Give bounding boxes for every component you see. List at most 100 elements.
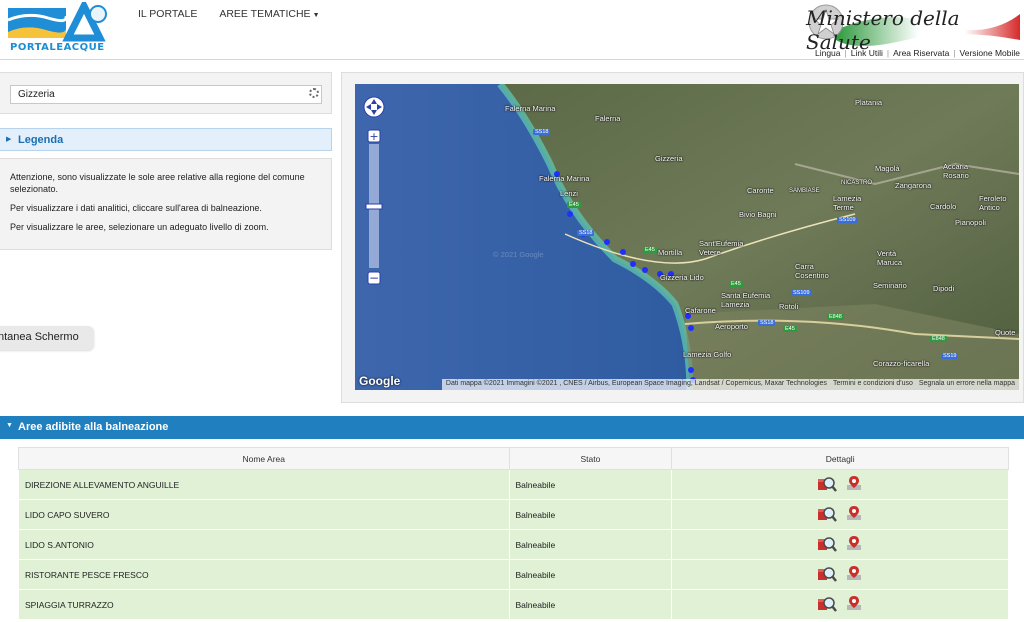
area-name-cell: LIDO CAPO SUVERO <box>18 499 510 530</box>
google-logo: Google <box>359 374 401 388</box>
results-table: Nome Area Stato Dettagli DIREZIONE ALLEV… <box>18 447 1009 620</box>
svg-text:−: − <box>369 271 379 285</box>
col-header-dettagli: Dettagli <box>671 447 1009 470</box>
info-line-3: Per visualizzare le aree, selezionare un… <box>10 222 269 232</box>
place-label: Gizzeria Lido <box>660 273 704 282</box>
results-title: Aree adibite alla balneazione <box>18 421 169 433</box>
map-terms-link[interactable]: Termini e condizioni d'uso <box>833 380 913 390</box>
logo-text: PORTALEACQUE <box>10 42 105 53</box>
link-area-riservata[interactable]: Area Riservata <box>893 48 949 58</box>
info-line-2: Per visualizzare i dati analitici, clicc… <box>10 203 262 213</box>
place-label: Falerna <box>595 114 621 123</box>
map-location-icon[interactable] <box>845 535 863 555</box>
search-panel <box>0 72 332 114</box>
map-data-credit: Dati mappa ©2021 Immagini ©2021 , CNES /… <box>445 380 827 387</box>
place-label: Zangarona <box>895 181 932 190</box>
details-cell <box>671 469 1009 500</box>
info-line-1: Attenzione, sono visualizzate le sole ar… <box>10 172 305 194</box>
place-label: Dipodi <box>933 284 955 293</box>
table-row[interactable]: LIDO S.ANTONIO Balneabile <box>18 529 1009 560</box>
details-cell <box>671 529 1009 560</box>
link-link-utili[interactable]: Link Utili <box>851 48 883 58</box>
place-label: Lamezia Terme <box>833 194 862 212</box>
place-label: Rotoli <box>779 302 799 311</box>
status-cell: Balneabile <box>508 559 673 590</box>
place-label: Magolà <box>875 164 900 173</box>
area-name-cell: SPIAGGIA TURRAZZO <box>18 589 510 620</box>
col-header-stato[interactable]: Stato <box>508 447 673 470</box>
status-cell: Balneabile <box>508 589 673 620</box>
map-location-icon[interactable] <box>845 595 863 615</box>
details-cell <box>671 499 1009 530</box>
nav-aree-tematiche[interactable]: AREE TEMATICHE ▼ <box>219 8 319 20</box>
place-label: SAMBIASE <box>789 188 820 194</box>
map-attribution: Dati mappa ©2021 Immagini ©2021 , CNES /… <box>441 379 1019 390</box>
screenshot-button[interactable]: ntanea Schermo <box>0 326 94 350</box>
place-label: Carra Cosentino <box>795 262 829 280</box>
portaleacque-logo[interactable]: PORTALEACQUE <box>6 0 110 54</box>
map-zoom-control: + − <box>363 96 385 286</box>
place-label: Lenzi <box>560 189 578 198</box>
details-cell <box>671 559 1009 590</box>
col-header-nome-area[interactable]: Nome Area <box>18 447 510 470</box>
road-shield: SS18 <box>758 320 776 326</box>
results-section-toggle[interactable]: ▼ Aree adibite alla balneazione <box>0 416 1024 439</box>
place-label: Bivio Bagni <box>739 210 777 219</box>
table-row[interactable]: RISTORANTE PESCE FRESCO Balneabile <box>18 559 1009 590</box>
place-label: Cardolo <box>930 202 957 211</box>
road-shield: SS18 <box>533 129 551 135</box>
road-shield: E45 <box>643 247 657 253</box>
map-location-icon[interactable] <box>845 505 863 525</box>
link-versione-mobile[interactable]: Versione Mobile <box>960 48 1020 58</box>
place-label: Sant'Eufemia Vetere <box>699 239 744 257</box>
road-shield: SS18 <box>577 230 595 236</box>
utility-links: Lingua | Link Utili | Area Riservata | Vers… <box>814 48 1020 58</box>
satellite-map[interactable]: + − Falerna Marina Falerna Platania Gizz… <box>355 84 1019 390</box>
view-analytics-icon[interactable] <box>817 475 838 495</box>
area-name-cell: RISTORANTE PESCE FRESCO <box>18 559 510 590</box>
svg-text:+: + <box>369 130 378 143</box>
road-shield: E848 <box>827 314 844 320</box>
main-nav: IL PORTALE AREE TEMATICHE ▼ <box>138 8 320 20</box>
view-analytics-icon[interactable] <box>817 595 838 615</box>
road-shield: E848 <box>930 336 947 342</box>
header: PORTALEACQUE IL PORTALE AREE TEMATICHE ▼ … <box>0 0 1024 60</box>
link-lingua[interactable]: Lingua <box>815 48 841 58</box>
nav-il-portale[interactable]: IL PORTALE <box>138 8 197 20</box>
table-row[interactable]: SPIAGGIA TURRAZZO Balneabile <box>18 589 1009 620</box>
place-label: Santa Eufemia Lamezia <box>721 291 771 309</box>
place-label: Aeroporto <box>715 322 748 331</box>
triangle-right-icon: ▶ <box>6 136 12 143</box>
legenda-toggle[interactable]: ▶ Legenda <box>0 128 332 151</box>
ministry-text: Ministero della Salute <box>806 6 960 54</box>
place-label: Cafarone <box>685 306 716 315</box>
road-shield: SS109 <box>791 290 812 296</box>
road-shield: E45 <box>567 202 581 208</box>
table-row[interactable]: DIREZIONE ALLEVAMENTO ANGUILLE Balneabile <box>18 469 1009 500</box>
table-row[interactable]: LIDO CAPO SUVERO Balneabile <box>18 499 1009 530</box>
info-panel: Attenzione, sono visualizzate le sole ar… <box>0 158 332 250</box>
details-cell <box>671 589 1009 620</box>
place-label: Quote <box>995 328 1016 337</box>
status-cell: Balneabile <box>508 529 673 560</box>
map-location-icon[interactable] <box>845 475 863 495</box>
road-shield: SS19 <box>941 353 959 359</box>
view-analytics-icon[interactable] <box>817 535 838 555</box>
comune-search-input[interactable] <box>10 85 322 104</box>
road-shield: E45 <box>783 326 797 332</box>
place-label: NICASTRO <box>841 180 873 186</box>
place-label: Caronte <box>747 186 774 195</box>
place-label: Gizzeria <box>655 154 683 163</box>
nav-aree-tematiche-label: AREE TEMATICHE <box>219 8 311 20</box>
results-table-wrap: Nome Area Stato Dettagli DIREZIONE ALLEV… <box>18 447 1009 620</box>
triangle-down-icon: ▼ <box>6 422 13 429</box>
view-analytics-icon[interactable] <box>817 565 838 585</box>
caret-down-icon: ▼ <box>312 12 320 19</box>
ministry-logo[interactable]: Ministero della Salute <box>806 0 1020 54</box>
view-analytics-icon[interactable] <box>817 505 838 525</box>
place-label: Corazzo-ficarella <box>873 359 930 368</box>
map-report-link[interactable]: Segnala un errore nella mappa <box>919 380 1015 390</box>
map-location-icon[interactable] <box>845 565 863 585</box>
place-label: Seminario <box>873 281 907 290</box>
place-label: Accaria Rosario <box>943 162 969 180</box>
